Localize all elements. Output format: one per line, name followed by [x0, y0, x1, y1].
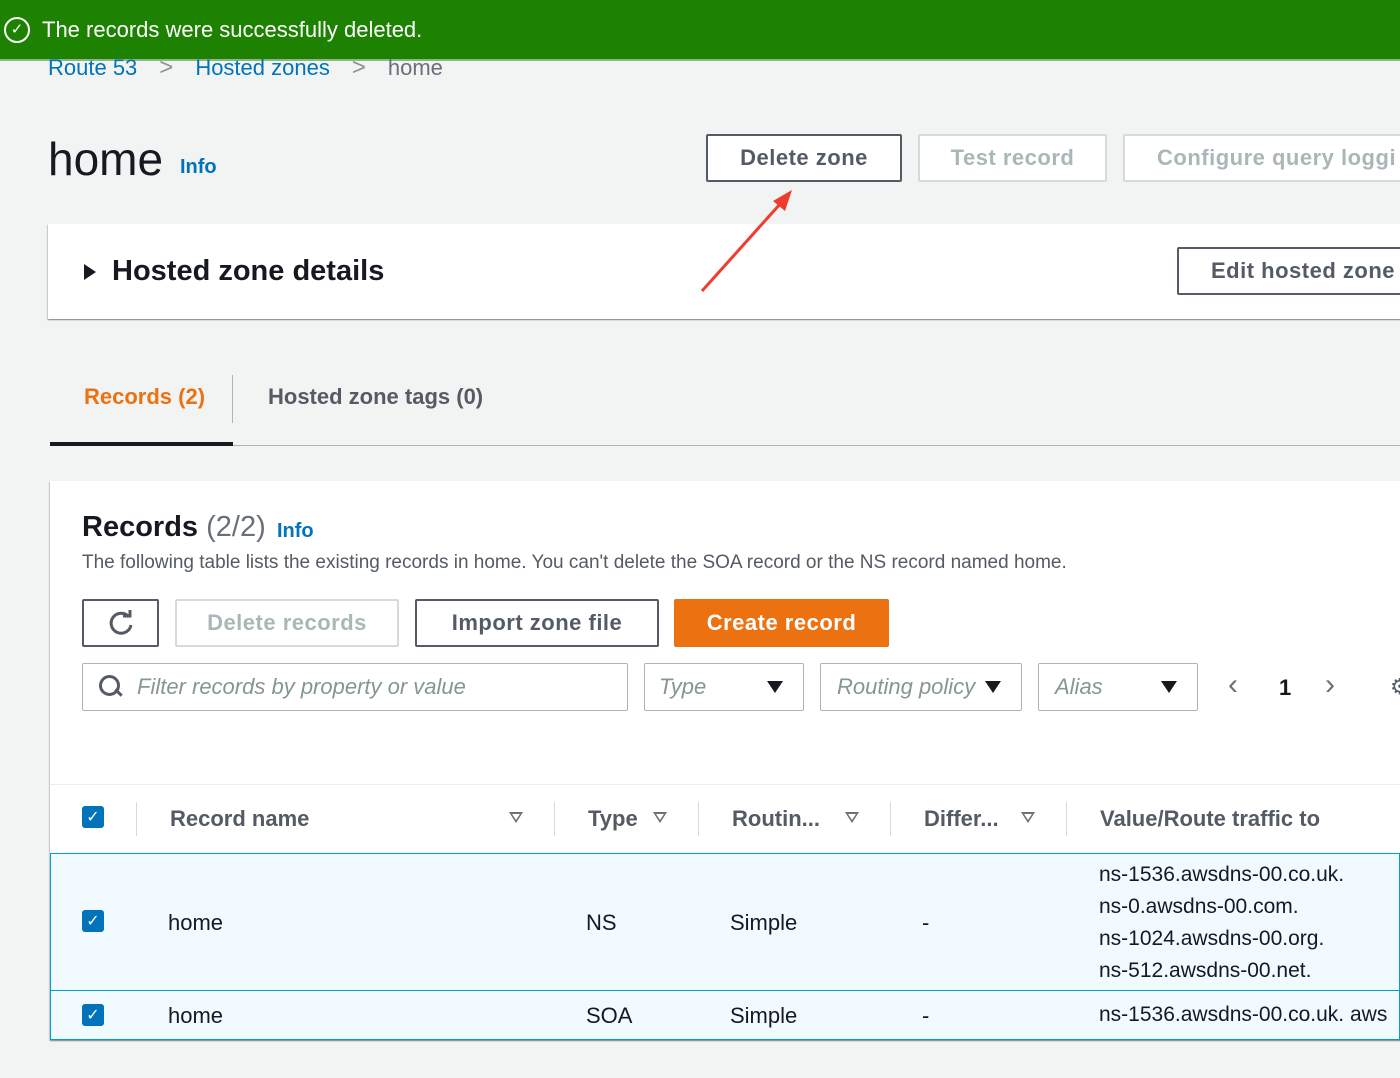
column-header-value[interactable]: Value/Route traffic to — [1100, 806, 1320, 832]
refresh-button[interactable] — [82, 599, 159, 647]
routing-policy-cell: Simple — [730, 1003, 798, 1028]
tab-records[interactable]: Records (2) — [84, 384, 205, 410]
record-name-cell[interactable]: home — [168, 910, 223, 936]
search-icon — [99, 675, 123, 699]
value-line: ns-1536.awsdns-00.co.uk. — [1099, 863, 1345, 886]
create-record-button[interactable]: Create record — [674, 599, 889, 647]
column-divider — [136, 802, 137, 836]
row-checkbox[interactable]: ✓ — [82, 910, 104, 932]
alias-filter-label: Alias — [1055, 674, 1103, 699]
current-page-number[interactable]: 1 — [1279, 675, 1291, 701]
breadcrumb: Route 53 > Hosted zones > home — [48, 54, 443, 82]
success-notification: ✓ The records were successfully deleted. — [0, 0, 1400, 61]
page-title: home — [48, 133, 164, 185]
breadcrumb-current: home — [387, 55, 443, 80]
records-info-link[interactable]: Info — [277, 520, 314, 543]
select-all-checkbox[interactable]: ✓ — [82, 806, 104, 828]
routing-policy-filter-select[interactable]: Routing policy — [820, 663, 1022, 711]
sort-icon[interactable] — [845, 812, 859, 823]
row-checkbox[interactable]: ✓ — [82, 1004, 104, 1026]
column-header-routing[interactable]: Routin... — [732, 806, 820, 832]
configure-query-logging-button[interactable]: Configure query loggi — [1123, 134, 1400, 182]
hosted-zone-details-title: Hosted zone details — [112, 255, 385, 287]
differentiator-cell: - — [922, 1003, 930, 1028]
column-divider — [698, 802, 699, 836]
tab-separator — [232, 375, 233, 423]
previous-page-icon[interactable]: ‹ — [1228, 668, 1238, 702]
type-filter-label: Type — [659, 674, 707, 699]
alias-filter-select[interactable]: Alias — [1038, 663, 1198, 711]
hosted-zone-details-toggle[interactable]: Hosted zone details — [84, 255, 384, 288]
delete-zone-button[interactable]: Delete zone — [706, 134, 902, 182]
active-tab-indicator — [50, 442, 233, 446]
next-page-icon[interactable]: › — [1325, 668, 1335, 702]
record-type-cell: NS — [586, 910, 617, 935]
column-divider — [1066, 802, 1067, 836]
routing-policy-cell: Simple — [730, 910, 798, 935]
differentiator-cell: - — [922, 910, 930, 935]
page-info-link[interactable]: Info — [180, 156, 217, 179]
records-heading: Records (2/2) — [82, 511, 266, 544]
value-line: ns-512.awsdns-00.net. — [1099, 959, 1312, 982]
test-record-button[interactable]: Test record — [918, 134, 1107, 182]
sort-icon[interactable] — [509, 812, 523, 823]
breadcrumb-route53[interactable]: Route 53 — [48, 55, 137, 81]
delete-records-button[interactable]: Delete records — [175, 599, 399, 647]
column-header-differ[interactable]: Differ... — [924, 806, 999, 832]
routing-policy-filter-label: Routing policy — [837, 674, 976, 699]
settings-gear-icon[interactable]: ⚙ — [1390, 674, 1400, 700]
refresh-icon — [109, 610, 132, 635]
value-cell: ns-1536.awsdns-00.co.uk. ns-0.awsdns-00.… — [1099, 859, 1344, 987]
notification-message: The records were successfully deleted. — [42, 16, 423, 42]
check-circle-icon: ✓ — [4, 16, 30, 43]
table-top-border — [50, 784, 1400, 785]
column-divider — [554, 802, 555, 836]
value-cell: ns-1536.awsdns-00.co.uk. aws — [1099, 1003, 1388, 1026]
records-heading-text: Records — [82, 511, 199, 543]
edit-hosted-zone-button[interactable]: Edit hosted zone — [1177, 247, 1400, 295]
sort-icon[interactable] — [1021, 812, 1035, 823]
type-filter-select[interactable]: Type — [644, 663, 804, 711]
caret-down-icon — [1161, 681, 1177, 693]
records-count: (2/2) — [206, 511, 266, 543]
value-line: ns-0.awsdns-00.com. — [1099, 895, 1299, 918]
breadcrumb-hosted-zones[interactable]: Hosted zones — [195, 55, 330, 81]
tab-hosted-zone-tags[interactable]: Hosted zone tags (0) — [268, 384, 483, 410]
records-description: The following table lists the existing r… — [82, 552, 1067, 573]
search-input[interactable]: Filter records by property or value — [82, 663, 628, 711]
chevron-right-icon: > — [159, 54, 174, 81]
caret-down-icon — [985, 681, 1001, 693]
column-header-type[interactable]: Type — [588, 806, 638, 832]
import-zone-file-button[interactable]: Import zone file — [415, 599, 659, 647]
tabs-divider — [50, 445, 1400, 446]
record-name-cell[interactable]: home — [168, 1003, 223, 1029]
column-header-record-name[interactable]: Record name — [170, 806, 309, 832]
column-divider — [890, 802, 891, 836]
record-type-cell: SOA — [586, 1003, 633, 1028]
annotation-arrow-head — [773, 190, 792, 211]
sort-icon[interactable] — [653, 812, 667, 823]
caret-right-icon — [84, 263, 96, 280]
caret-down-icon — [767, 681, 783, 693]
search-placeholder: Filter records by property or value — [137, 674, 466, 699]
value-line: ns-1024.awsdns-00.org. — [1099, 927, 1325, 950]
chevron-right-icon: > — [351, 54, 366, 81]
